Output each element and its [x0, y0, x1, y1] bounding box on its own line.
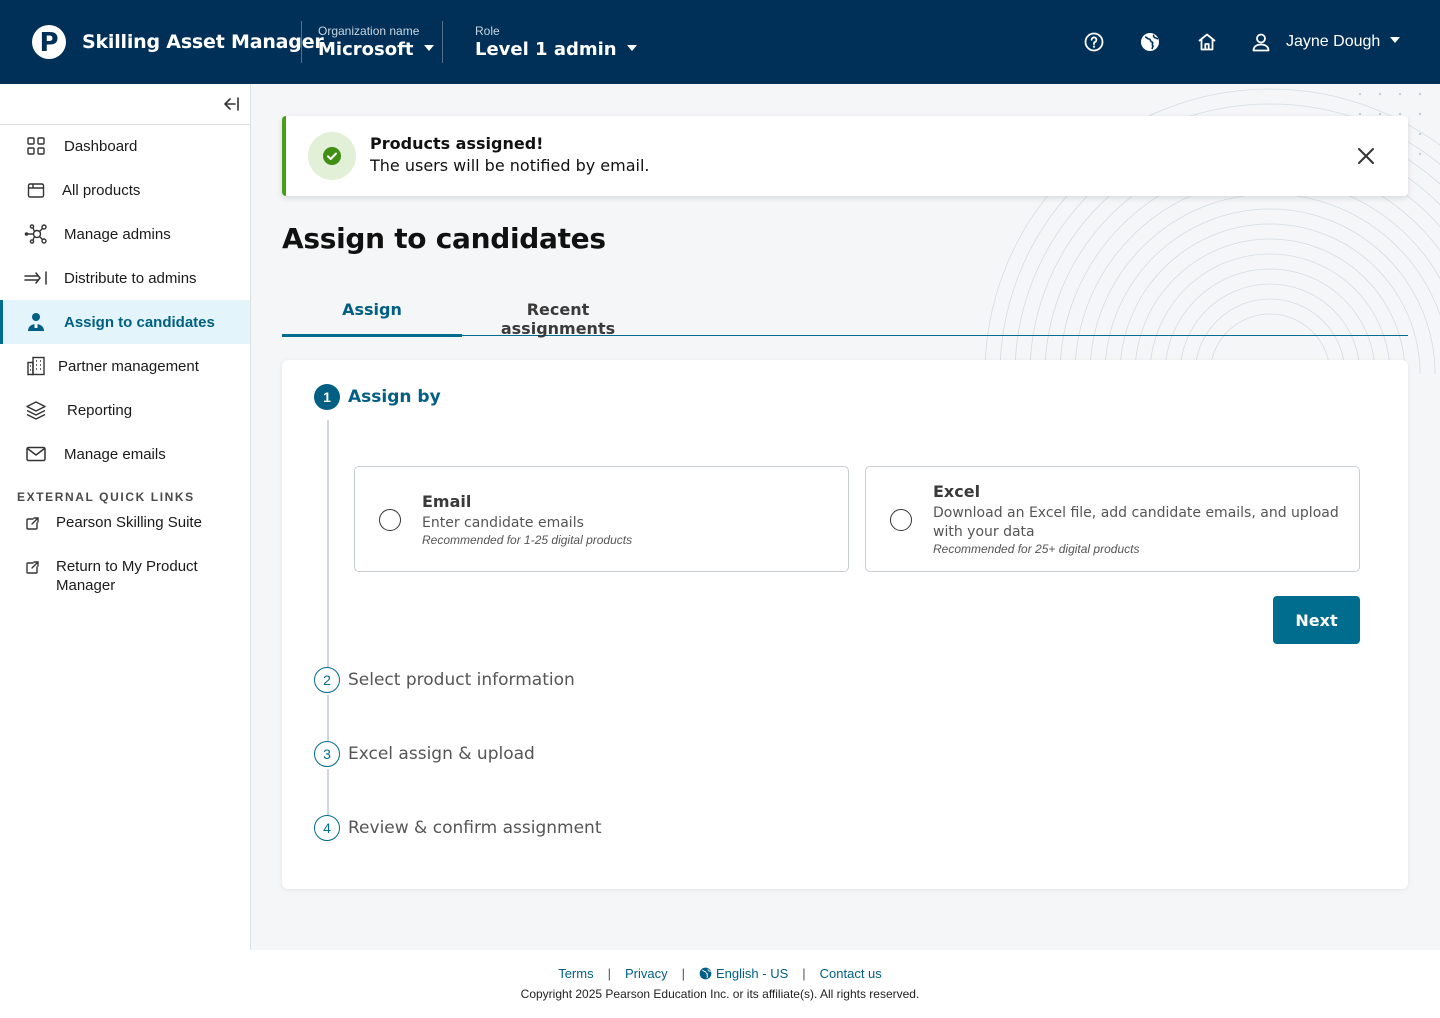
- external-link-label: Pearson Skilling Suite: [56, 514, 202, 531]
- chevron-down-icon: [1390, 37, 1401, 43]
- footer-globe-icon: [699, 966, 716, 981]
- success-check-icon: [308, 132, 356, 180]
- step-3-number: 3: [314, 741, 340, 767]
- sidebar-item-partner-management[interactable]: Partner management: [0, 344, 250, 388]
- org-dropdown[interactable]: Microsoft: [318, 39, 434, 60]
- sidebar-item-label: Reporting: [67, 401, 133, 419]
- sidebar-item-label: All products: [62, 181, 141, 199]
- sidebar-item-label: Dashboard: [64, 137, 138, 155]
- logo-letter: P: [39, 28, 59, 58]
- sidebar-item-label: Assign to candidates: [64, 313, 215, 331]
- assign-by-email-option[interactable]: Email Enter candidate emails Recommended…: [354, 466, 849, 572]
- footer-link-terms[interactable]: Terms: [558, 966, 593, 981]
- option-title: Excel: [933, 482, 981, 501]
- footer-separator: |: [607, 966, 611, 981]
- tab-recent-assignments[interactable]: Recent assignments: [470, 290, 646, 338]
- sidebar-item-distribute-to-admins[interactable]: Distribute to admins: [0, 256, 250, 300]
- sidebar-item-label: Manage emails: [64, 445, 166, 463]
- building-icon: [24, 354, 48, 378]
- user-name: Jayne Dough: [1286, 33, 1381, 50]
- footer-link-privacy[interactable]: Privacy: [625, 966, 668, 981]
- step-1-label: Assign by: [348, 387, 441, 407]
- envelope-icon: [24, 442, 48, 466]
- header-divider: [442, 21, 443, 63]
- tab-bar: Assign Recent assignments: [282, 290, 1408, 338]
- user-menu[interactable]: Jayne Dough: [1250, 31, 1401, 53]
- external-link-label: Return to My Product Manager: [56, 558, 198, 594]
- step-connector: [327, 769, 329, 817]
- user-icon: [1252, 33, 1270, 52]
- sidebar-item-reporting[interactable]: Reporting: [0, 388, 250, 432]
- role-dropdown[interactable]: Level 1 admin: [475, 39, 637, 60]
- step-connector: [327, 695, 329, 743]
- collapse-sidebar-icon[interactable]: [220, 96, 240, 112]
- header-divider: [301, 21, 302, 63]
- toast-title: Products assigned!: [370, 134, 544, 153]
- footer-link-language[interactable]: English - US: [716, 966, 788, 981]
- grid-icon: [24, 134, 48, 158]
- option-description: Download an Excel file, add candidate em…: [933, 505, 1339, 540]
- sidebar-item-label: Partner management: [58, 357, 199, 375]
- external-links-heading: EXTERNAL QUICK LINKS: [17, 490, 195, 504]
- external-link-pearson-skilling-suite[interactable]: Pearson Skilling Suite: [24, 513, 224, 532]
- assign-by-excel-option[interactable]: Excel Download an Excel file, add candid…: [865, 466, 1360, 572]
- step-1-number: 1: [314, 384, 340, 410]
- org-label: Organization name: [318, 24, 420, 38]
- external-link-icon: [24, 516, 40, 532]
- step-2-number: 2: [314, 667, 340, 693]
- success-toast: Products assigned! The users will be not…: [282, 116, 1408, 196]
- layers-icon: [24, 398, 48, 422]
- option-description: Enter candidate emails: [422, 515, 584, 531]
- tab-assign[interactable]: Assign: [282, 290, 462, 337]
- sidebar-item-label: Distribute to admins: [64, 269, 197, 287]
- option-title: Email: [422, 492, 472, 511]
- sidebar: Dashboard All products Manage admins Dis…: [0, 84, 251, 950]
- chevron-down-icon: [626, 45, 637, 51]
- step-connector: [327, 420, 329, 670]
- sidebar-item-assign-to-candidates[interactable]: Assign to candidates: [0, 300, 250, 344]
- page-title: Assign to candidates: [282, 222, 606, 255]
- footer-links: Terms | Privacy | English - US | Contact us: [0, 966, 1440, 981]
- footer-separator: |: [681, 966, 685, 981]
- role-value: Level 1 admin: [475, 39, 617, 60]
- step-4-label: Review & confirm assignment: [348, 818, 602, 838]
- sidebar-item-manage-emails[interactable]: Manage emails: [0, 432, 250, 476]
- sidebar-item-manage-admins[interactable]: Manage admins: [0, 212, 250, 256]
- excel-radio[interactable]: [890, 509, 912, 531]
- network-icon: [24, 222, 48, 246]
- next-button[interactable]: Next: [1273, 596, 1360, 644]
- org-value: Microsoft: [318, 39, 414, 60]
- globe-icon[interactable]: [1139, 31, 1161, 53]
- footer-link-contact[interactable]: Contact us: [820, 966, 882, 981]
- option-recommendation: Recommended for 25+ digital products: [933, 542, 1140, 556]
- sidebar-item-all-products[interactable]: All products: [0, 168, 250, 212]
- pearson-logo[interactable]: P: [32, 25, 66, 59]
- assign-stepper-card: 1 Assign by Email Enter candidate emails…: [282, 360, 1408, 889]
- footer: Terms | Privacy | English - US | Contact us Co…: [0, 950, 1440, 1018]
- help-icon[interactable]: [1083, 31, 1105, 53]
- sidebar-item-label: Manage admins: [64, 225, 171, 243]
- arrow-right-bar-icon: [24, 266, 48, 290]
- email-radio[interactable]: [379, 509, 401, 531]
- step-3-label: Excel assign & upload: [348, 744, 535, 764]
- role-label: Role: [475, 24, 500, 38]
- home-icon[interactable]: [1196, 31, 1218, 53]
- chevron-down-icon: [423, 45, 434, 51]
- footer-separator: |: [802, 966, 806, 981]
- toast-message: The users will be notified by email.: [370, 156, 650, 175]
- step-4-number: 4: [314, 815, 340, 841]
- person-icon: [24, 310, 48, 334]
- copyright: Copyright 2025 Pearson Education Inc. or…: [520, 987, 920, 1001]
- sidebar-item-dashboard[interactable]: Dashboard: [0, 124, 250, 168]
- external-link-icon: [24, 560, 40, 576]
- box-icon: [24, 178, 48, 202]
- app-title: Skilling Asset Manager: [82, 31, 324, 53]
- close-icon[interactable]: [1356, 146, 1376, 166]
- step-2-label: Select product information: [348, 670, 575, 690]
- top-header: P Skilling Asset Manager Organization na…: [0, 0, 1440, 84]
- external-link-return-to-product-manager[interactable]: Return to My Product Manager: [24, 557, 224, 595]
- option-recommendation: Recommended for 1-25 digital products: [422, 533, 633, 547]
